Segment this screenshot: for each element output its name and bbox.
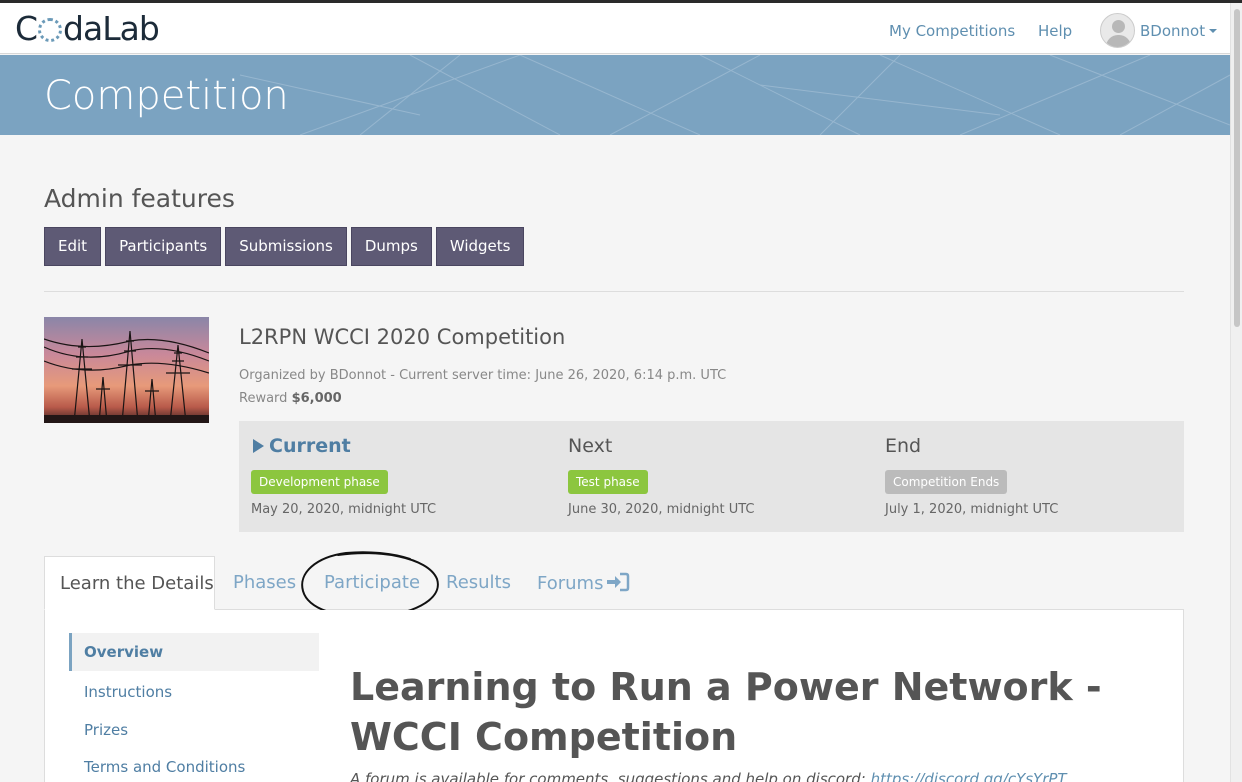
overview-heading: Learning to Run a Power Network - WCCI C… xyxy=(350,665,1102,759)
play-icon xyxy=(253,439,264,453)
navbar: CdaLab My Competitions Help BDonnot xyxy=(0,3,1230,54)
details-panel: Overview Instructions Prizes Terms and C… xyxy=(44,610,1184,782)
admin-toolbar: Edit Participants Submissions Dumps Widg… xyxy=(44,227,525,266)
phase-current-heading: Current xyxy=(253,435,351,457)
reward-label: Reward xyxy=(239,391,288,406)
nav-my-competitions[interactable]: My Competitions xyxy=(889,22,1015,40)
page-banner: Competition xyxy=(0,55,1230,135)
tab-forums[interactable]: Forums xyxy=(537,572,630,594)
submissions-button[interactable]: Submissions xyxy=(225,227,347,266)
edit-button[interactable]: Edit xyxy=(44,227,102,266)
divider xyxy=(44,291,1184,292)
competition-title: L2RPN WCCI 2020 Competition xyxy=(239,325,566,349)
scrollbar-thumb[interactable] xyxy=(1234,9,1240,327)
phase-end-date: July 1, 2020, midnight UTC xyxy=(885,502,1059,517)
discord-link[interactable]: https://discord.gg/cYsYrPT xyxy=(871,770,1067,782)
reward-value: $6,000 xyxy=(291,391,342,406)
forum-note-text: A forum is available for comments, sugge… xyxy=(350,770,871,782)
tab-learn-the-details[interactable]: Learn the Details xyxy=(44,556,215,610)
forum-note: A forum is available for comments, sugge… xyxy=(350,770,1067,782)
phase-end-badge: Competition Ends xyxy=(885,470,1008,494)
nav-help[interactable]: Help xyxy=(1038,22,1072,40)
competition-reward: Reward $6,000 xyxy=(239,391,342,406)
phase-current-date: May 20, 2020, midnight UTC xyxy=(251,502,437,517)
sidebar-item-overview[interactable]: Overview xyxy=(69,633,319,671)
phase-next-badge: Test phase xyxy=(568,470,648,494)
dumps-button[interactable]: Dumps xyxy=(350,227,432,266)
tab-forums-label: Forums xyxy=(537,573,604,594)
phase-current-badge: Development phase xyxy=(251,470,388,494)
admin-features-heading: Admin features xyxy=(44,184,235,213)
page-scrollbar[interactable] xyxy=(1230,3,1242,782)
sidebar-item-prizes[interactable]: Prizes xyxy=(69,721,319,739)
logo-text: daLab xyxy=(63,9,160,48)
tab-results[interactable]: Results xyxy=(446,572,511,593)
username: BDonnot xyxy=(1140,22,1206,40)
sign-in-icon xyxy=(607,572,630,592)
phase-next-date: June 30, 2020, midnight UTC xyxy=(568,502,755,517)
competition-organizer: Organized by BDonnot - Current server ti… xyxy=(239,368,727,383)
competition-logo-image xyxy=(44,317,209,423)
page-title: Competition xyxy=(44,73,289,119)
chevron-down-icon xyxy=(1209,29,1218,33)
user-avatar-icon[interactable] xyxy=(1100,13,1135,48)
participants-button[interactable]: Participants xyxy=(105,227,222,266)
user-menu[interactable]: BDonnot xyxy=(1140,22,1218,40)
logo-letter: C xyxy=(15,9,38,48)
codalab-logo[interactable]: CdaLab xyxy=(15,9,160,48)
phase-next-heading: Next xyxy=(568,435,613,457)
logo-globe-icon xyxy=(38,18,63,42)
widgets-button[interactable]: Widgets xyxy=(435,227,525,266)
phase-end-heading: End xyxy=(885,435,922,457)
tab-learn-the-details-label: Learn the Details xyxy=(60,573,214,594)
sidebar-item-instructions[interactable]: Instructions xyxy=(69,683,319,701)
sidebar-item-terms[interactable]: Terms and Conditions xyxy=(69,758,319,776)
tab-phases[interactable]: Phases xyxy=(233,572,296,593)
phase-timeline: Current Development phase May 20, 2020, … xyxy=(239,421,1184,532)
